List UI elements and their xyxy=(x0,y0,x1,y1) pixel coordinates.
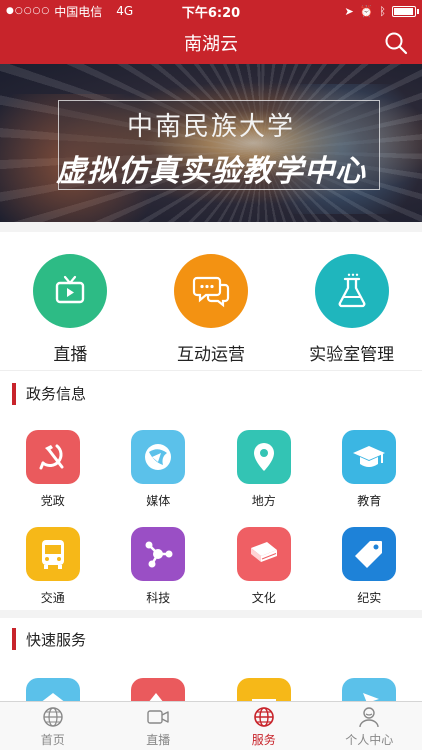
globe-outline-icon xyxy=(253,706,274,727)
quick-action-label: 直播 xyxy=(53,345,88,365)
quick-action-live[interactable]: 直播 xyxy=(0,232,141,370)
book-icon xyxy=(236,527,291,581)
plane-icon xyxy=(342,678,397,701)
person-icon xyxy=(359,706,379,727)
grid-item-label: 教育 xyxy=(357,494,382,508)
quick-action-lab[interactable]: 实验室管理 xyxy=(281,232,422,370)
section-header: 政务信息 xyxy=(0,370,422,416)
banner-title: 中南民族大学 xyxy=(126,112,295,142)
section-government-info: 政务信息 党政 媒体 地方 教育 交通 科技 文化 纪实 xyxy=(0,370,422,610)
grid-item-label: 地方 xyxy=(251,494,276,508)
section-accent-bar xyxy=(12,628,16,650)
bluetooth-icon: ᛒ xyxy=(379,4,386,18)
tab-label: 直播 xyxy=(146,732,171,747)
tab-service[interactable]: 服务 xyxy=(211,702,317,750)
grid-item-tech[interactable]: 科技 xyxy=(106,527,212,606)
bottom-tab-bar: 首页 直播 服务 个人中心 xyxy=(0,701,422,750)
tab-label: 个人中心 xyxy=(345,732,394,747)
quick-action-label: 互动运营 xyxy=(177,345,245,365)
section-title: 快速服务 xyxy=(26,630,87,649)
section-title: 政务信息 xyxy=(26,385,87,403)
grid-item-label: 纪实 xyxy=(357,591,382,605)
globe-outline-icon xyxy=(43,706,63,727)
hammer-sickle-icon xyxy=(25,430,80,484)
service-grid xyxy=(0,660,422,701)
tab-label: 首页 xyxy=(40,732,65,747)
house-icon xyxy=(25,678,80,701)
quick-actions: 直播 互动运营 实验室管理 xyxy=(0,232,422,370)
grid-item-label: 交通 xyxy=(40,591,65,605)
grid-item-label: 媒体 xyxy=(146,494,171,508)
grid-item-party[interactable]: 党政 xyxy=(0,430,106,509)
tab-live[interactable]: 直播 xyxy=(106,702,212,750)
search-icon[interactable] xyxy=(384,31,408,55)
section-header: 快速服务 xyxy=(0,610,422,660)
flask-icon xyxy=(314,254,389,328)
molecule-icon xyxy=(131,527,186,581)
section-quick-service: 快速服务 xyxy=(0,610,422,701)
chat-icon xyxy=(174,254,248,328)
alarm-icon: ⏰ xyxy=(359,4,374,18)
grid-item-service-4[interactable] xyxy=(317,678,422,701)
graduation-cap-icon xyxy=(342,430,397,484)
camera-icon xyxy=(147,709,169,724)
grid-item-label: 党政 xyxy=(40,494,65,508)
grid-item-culture[interactable]: 文化 xyxy=(211,527,317,606)
grid-item-service-2[interactable] xyxy=(106,678,212,701)
card-icon xyxy=(236,678,291,701)
battery-icon xyxy=(392,5,419,17)
location-pin-icon xyxy=(236,430,291,484)
grid-item-label: 文化 xyxy=(251,591,276,605)
top-nav-bar: 南湖云 xyxy=(0,22,422,64)
globe-icon xyxy=(131,430,186,484)
location-arrow-icon: ➤ xyxy=(344,4,354,18)
tab-profile[interactable]: 个人中心 xyxy=(317,702,422,750)
network-label: 4G xyxy=(116,4,134,18)
hero-banner[interactable]: 中南民族大学 虚拟仿真实验教学中心 xyxy=(0,64,422,222)
tab-label: 服务 xyxy=(251,732,276,747)
grid-item-traffic[interactable]: 交通 xyxy=(0,527,106,606)
carrier-label: 中国电信 xyxy=(54,4,103,19)
status-time: 下午6:20 xyxy=(181,5,241,21)
grid-item-service-1[interactable] xyxy=(0,678,106,701)
tag-icon xyxy=(342,527,397,581)
arrow-icon xyxy=(131,678,186,701)
grid-item-media[interactable]: 媒体 xyxy=(106,430,212,509)
tab-home[interactable]: 首页 xyxy=(0,702,106,750)
quick-action-interaction[interactable]: 互动运营 xyxy=(141,232,282,370)
grid-item-local[interactable]: 地方 xyxy=(211,430,317,509)
section-accent-bar xyxy=(12,382,16,405)
status-bar: ●○○○○ 中国电信 4G 下午6:20 ➤ ⏰ ᛒ xyxy=(0,0,422,22)
grid-item-documentary[interactable]: 纪实 xyxy=(317,527,422,606)
grid-item-education[interactable]: 教育 xyxy=(317,430,422,509)
signal-icon: ●○○○○ xyxy=(6,6,51,16)
bus-icon xyxy=(25,527,80,581)
service-grid: 党政 媒体 地方 教育 交通 科技 文化 纪实 xyxy=(0,416,422,606)
tv-icon xyxy=(33,254,108,328)
app-title: 南湖云 xyxy=(184,34,238,55)
grid-item-label: 科技 xyxy=(146,591,171,605)
banner-subtitle: 虚拟仿真实验教学中心 xyxy=(56,154,366,189)
grid-item-service-3[interactable] xyxy=(211,678,317,701)
quick-action-label: 实验室管理 xyxy=(309,345,395,365)
